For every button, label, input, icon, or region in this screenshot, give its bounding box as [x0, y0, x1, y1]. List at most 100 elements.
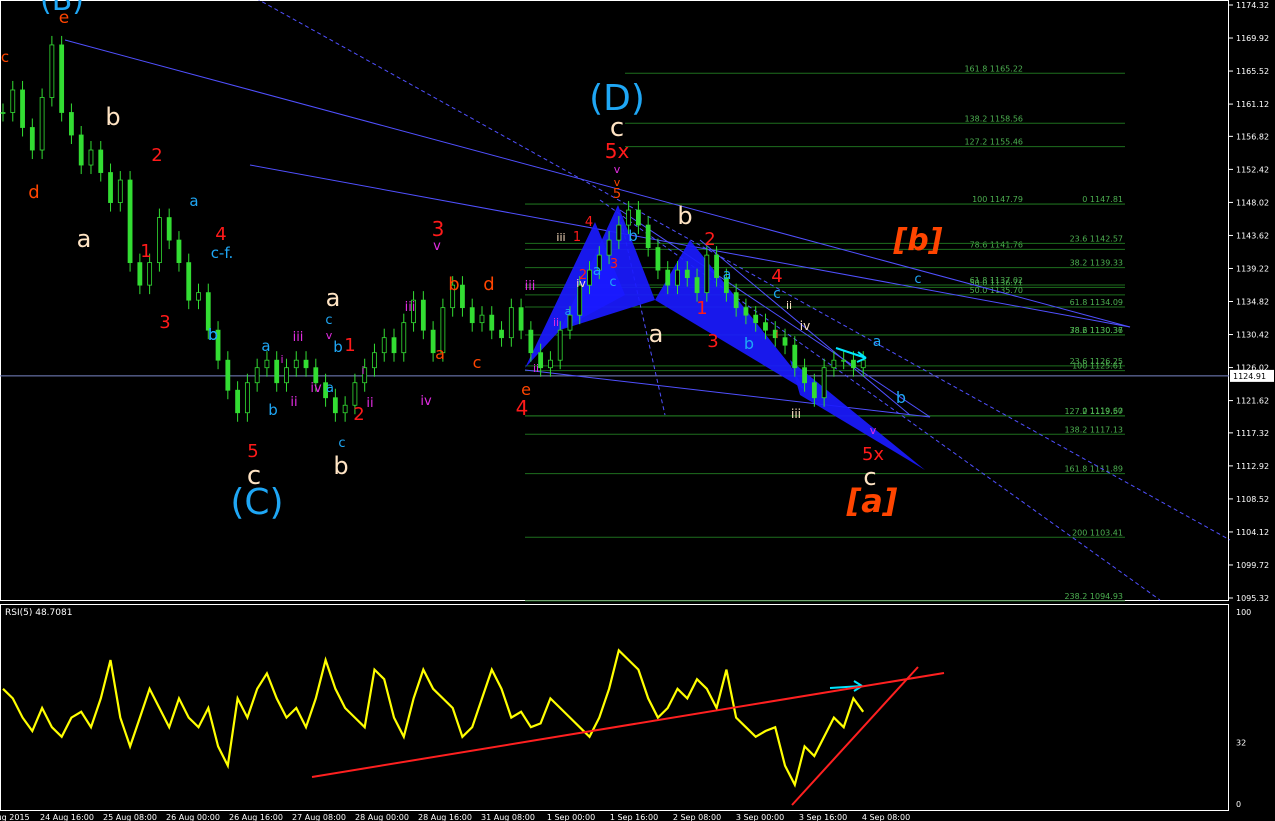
price-tick-label: 1121.62: [1236, 397, 1269, 406]
candle-body: [587, 269, 592, 286]
wave-label: 5: [613, 187, 621, 202]
candle-body: [420, 299, 426, 331]
candle-body: [743, 307, 749, 316]
wave-label: 3: [159, 312, 170, 333]
candle-body: [694, 277, 700, 294]
rsi-label: RSI(5) 48.7081: [5, 608, 72, 618]
wave-label: 4: [771, 266, 782, 287]
candle-body: [401, 322, 407, 354]
fib-level-label: 61.8 1134.09: [1070, 298, 1123, 307]
candle-body: [69, 112, 74, 136]
wave-label: 1: [696, 298, 707, 319]
candle-body: [59, 44, 65, 113]
time-tick-label: 31 Aug 08:00: [481, 813, 535, 821]
wave-label: c: [325, 313, 332, 328]
candle-body: [684, 269, 690, 279]
fib-level-label: 161.8 1165.22: [964, 64, 1023, 73]
candle-body: [460, 284, 465, 309]
candle-body: [479, 314, 485, 324]
wave-label: 1: [140, 241, 151, 262]
price-tick-label: 1156.82: [1236, 132, 1269, 141]
wave-label: a: [565, 305, 572, 318]
wave-label: iii: [293, 330, 304, 345]
wave-label: [a]: [846, 482, 898, 520]
candle-body: [117, 179, 123, 203]
wave-label: c: [338, 436, 345, 451]
candle-body: [831, 359, 837, 369]
wave-label: 5x: [862, 444, 884, 465]
price-tick-label: 1134.82: [1236, 298, 1269, 307]
candle-body: [284, 367, 289, 384]
wave-label: 3: [707, 331, 718, 352]
candle-body: [381, 337, 387, 354]
wave-label: iii: [556, 231, 565, 244]
time-tick-label: 25 Aug 08:00: [103, 813, 157, 821]
wave-label: c: [914, 272, 921, 287]
candle-body: [489, 314, 495, 331]
wave-label: iv: [420, 394, 432, 409]
candle-body: [127, 179, 133, 264]
candle-body: [274, 359, 280, 384]
time-tick-label: 3 Sep 00:00: [736, 813, 784, 821]
candle-body: [332, 397, 338, 414]
candle-body: [166, 217, 172, 241]
time-tick-label: 28 Aug 16:00: [418, 813, 472, 821]
wave-label: 3: [432, 217, 445, 241]
fib-level-label: 238.2 1094.93: [1064, 592, 1123, 601]
candle-body: [264, 359, 270, 369]
candle-body: [518, 307, 524, 331]
wave-label: 1: [573, 230, 581, 245]
candle-body: [108, 172, 113, 203]
wave-label: a: [77, 225, 92, 253]
candle-body: [303, 359, 309, 369]
candle-body: [733, 292, 739, 309]
wave-label: a: [593, 263, 602, 279]
price-tick-label: 1152.42: [1236, 165, 1269, 174]
candle-body: [538, 352, 544, 369]
wave-label: ii: [553, 316, 559, 329]
rsi-tick-label: 0: [1236, 800, 1241, 809]
wave-label: v: [326, 329, 333, 342]
candle-body: [235, 389, 241, 414]
time-tick-label: 1 Sep 00:00: [547, 813, 595, 821]
price-tick-label: 1095.32: [1236, 594, 1269, 603]
candle-body: [782, 337, 788, 346]
wave-label: a: [261, 337, 270, 355]
wave-label: d: [483, 274, 494, 295]
wave-label: iii: [525, 279, 536, 294]
candle-body: [704, 254, 710, 294]
candle-body: [499, 329, 504, 339]
candle-body: [469, 307, 475, 324]
wave-label: ii: [786, 299, 792, 312]
candle-body: [714, 254, 719, 279]
candle-body: [0, 112, 6, 114]
fib-level-label: 23.6 1142.57: [1070, 234, 1123, 243]
wave-label: v: [614, 163, 621, 176]
candle-body: [821, 367, 827, 399]
wave-label: c: [473, 353, 482, 372]
wave-label: iv: [576, 277, 586, 290]
wave-label: c-f.: [211, 244, 234, 262]
wave-label: i: [775, 328, 778, 341]
wave-label: b: [677, 202, 692, 230]
fib-level-label: 200 1103.41: [1072, 528, 1123, 537]
wave-label: c: [773, 286, 781, 302]
wave-label: i: [361, 364, 364, 377]
candle-body: [10, 89, 16, 113]
candle-body: [49, 44, 55, 98]
candle-body: [606, 239, 612, 256]
wave-label: iii: [405, 300, 416, 315]
current-price-label: 1124.91: [1233, 372, 1266, 381]
candle-body: [147, 262, 153, 286]
rsi-tick-label: 100: [1236, 608, 1251, 617]
wave-label: 5x: [605, 139, 630, 163]
fib-level-label: 138.2 1158.56: [964, 114, 1023, 123]
fib-level-label: 78.6 1130.36: [1070, 326, 1123, 335]
wave-label: b: [448, 274, 459, 295]
price-tick-label: 1148.02: [1236, 198, 1269, 207]
wave-label: [b]: [893, 223, 943, 258]
wave-label: ii: [533, 362, 539, 375]
candle-body: [244, 382, 250, 414]
candle-body: [78, 134, 84, 166]
time-tick-label: 27 Aug 08:00: [292, 813, 346, 821]
